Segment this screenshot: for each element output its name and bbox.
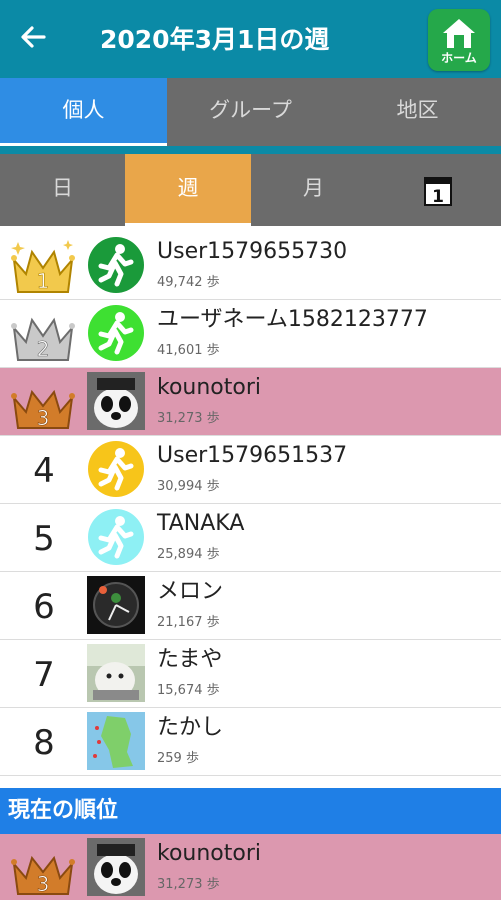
tab-day[interactable]: 日	[0, 154, 125, 222]
user-name: TANAKA	[157, 511, 245, 536]
bronze-crown-icon: 3	[11, 855, 75, 896]
list-item[interactable]: 2 ユーザネーム1582123777 41,601 歩	[0, 300, 501, 368]
scope-tabs: 個人 グループ 地区	[0, 78, 501, 146]
tab-month[interactable]: 月	[251, 154, 376, 222]
user-name: kounotori	[157, 841, 262, 866]
silver-crown-icon: 2	[11, 317, 75, 361]
tab-week[interactable]: 週	[125, 154, 251, 226]
rank-number: 4	[33, 451, 55, 491]
user-name: メロン	[157, 579, 224, 604]
list-item[interactable]: 6 メロン 21,167 歩	[0, 572, 501, 640]
step-count: 41,601 歩	[157, 343, 220, 358]
step-count: 259 歩	[157, 751, 199, 766]
step-count: 15,674 歩	[157, 683, 220, 698]
gold-crown-icon: 1	[11, 240, 75, 293]
list-item[interactable]: 3 kounotori 31,273 歩	[0, 368, 501, 436]
current-rank-row[interactable]: 3 kounotori 31,273 歩	[0, 834, 501, 900]
rank-number: 6	[33, 587, 55, 627]
tab-group[interactable]: グループ	[167, 78, 334, 142]
svg-text:2: 2	[37, 337, 50, 361]
svg-text:3: 3	[37, 406, 50, 430]
step-count: 49,742 歩	[157, 275, 220, 290]
rank-number: 5	[33, 519, 55, 559]
step-count: 21,167 歩	[157, 615, 220, 630]
calendar-icon: 1	[424, 177, 452, 206]
house-icon	[443, 19, 475, 48]
arrow-left-icon	[21, 26, 46, 48]
walker-icon	[88, 305, 144, 361]
current-rank-heading: 現在の順位	[0, 788, 501, 834]
svg-text:3: 3	[37, 872, 50, 896]
step-count: 31,273 歩	[157, 877, 220, 892]
map-photo-avatar	[87, 712, 145, 770]
list-item[interactable]: 5 TANAKA 25,894 歩	[0, 504, 501, 572]
user-name: たかし	[157, 715, 224, 740]
walker-icon	[88, 237, 144, 293]
app-header: 2020年3月1日の週 ホーム	[0, 0, 501, 78]
mascot-photo-avatar	[87, 644, 145, 702]
watch-photo-avatar	[87, 576, 145, 634]
rank-number: 7	[33, 655, 55, 695]
user-name: ユーザネーム1582123777	[157, 307, 428, 332]
divider	[0, 146, 501, 154]
list-item[interactable]: 4 User1579651537 30,994 歩	[0, 436, 501, 504]
list-item[interactable]: 1 User1579655730 49,742 歩	[0, 232, 501, 300]
user-name: User1579655730	[157, 239, 348, 264]
svg-text:1: 1	[432, 187, 444, 206]
walker-icon	[88, 509, 144, 565]
list-item[interactable]: 7 たまや 15,674 歩	[0, 640, 501, 708]
page-title: 2020年3月1日の週	[100, 25, 330, 54]
step-count: 31,273 歩	[157, 411, 220, 426]
tab-district[interactable]: 地区	[334, 78, 501, 142]
back-button[interactable]	[18, 22, 58, 58]
list-item[interactable]: 8 たかし 259 歩	[0, 708, 501, 776]
svg-text:1: 1	[37, 269, 50, 293]
panda-photo-avatar	[87, 372, 145, 430]
user-name: たまや	[157, 647, 223, 672]
user-name: kounotori	[157, 375, 262, 400]
home-button[interactable]: ホーム	[428, 9, 490, 71]
rank-number: 8	[33, 723, 55, 763]
tab-individual[interactable]: 個人	[0, 78, 167, 146]
walker-icon	[88, 441, 144, 497]
panda-photo-avatar	[87, 838, 145, 896]
step-count: 25,894 歩	[157, 547, 220, 562]
user-name: User1579651537	[157, 443, 348, 468]
step-count: 30,994 歩	[157, 479, 220, 494]
bronze-crown-icon: 3	[11, 389, 75, 430]
home-label: ホーム	[441, 51, 477, 65]
